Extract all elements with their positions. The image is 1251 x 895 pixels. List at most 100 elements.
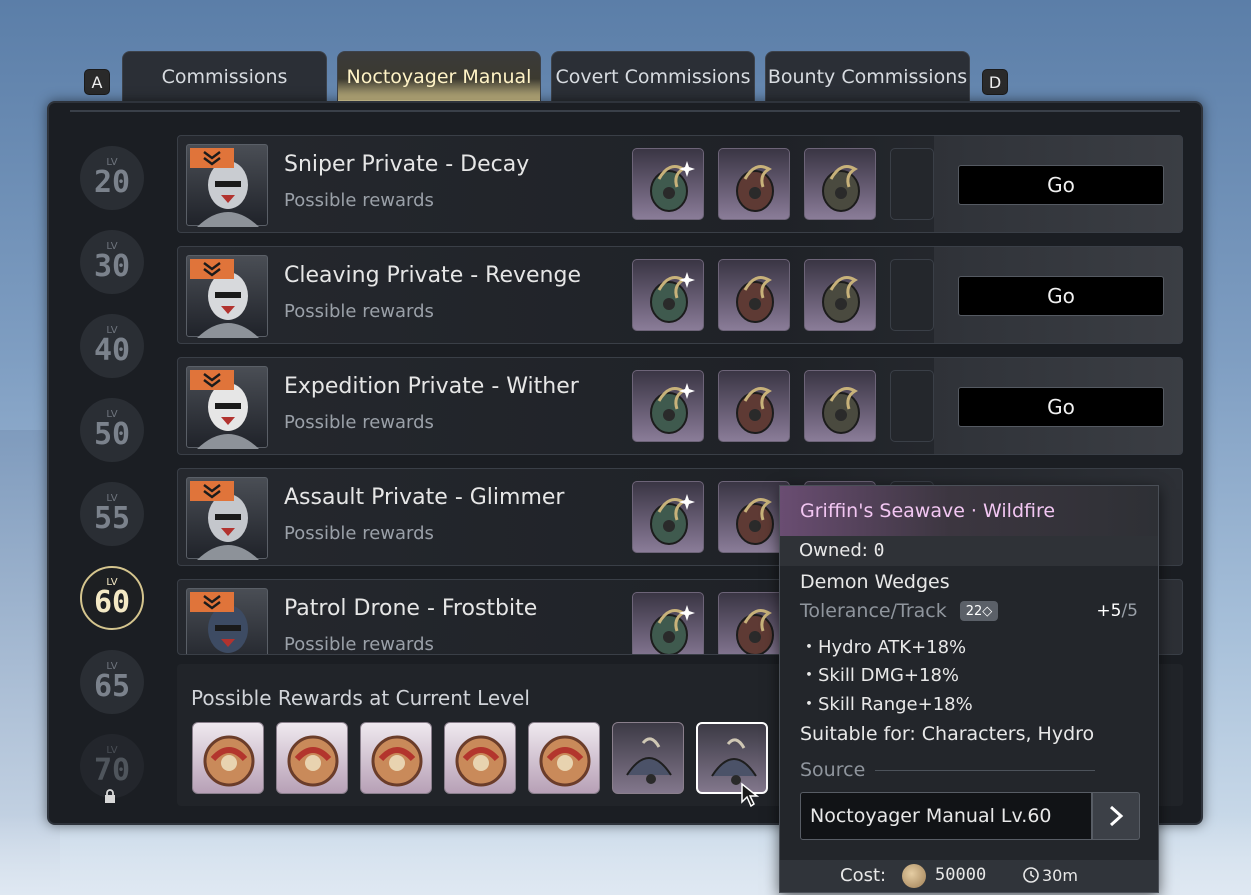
reward-item-partial[interactable] [890, 259, 934, 331]
level-60[interactable]: LV 60 [80, 566, 144, 630]
item-tooltip: Griffin's Seawave · Wildfire Owned: 0 De… [779, 485, 1159, 893]
chevron-down-icon [203, 595, 221, 610]
commission-type-badge [190, 148, 234, 168]
commission-title: Expedition Private - Wither [284, 374, 579, 399]
level-number: 40 [93, 333, 131, 368]
level-65[interactable]: LV 65 [80, 650, 144, 714]
commission-row: Expedition Private - Wither Possible rewa… [177, 357, 1183, 455]
go-button[interactable]: Go [958, 276, 1164, 316]
current-reward-item[interactable] [276, 722, 348, 794]
tooltip-item-name: Griffin's Seawave · Wildfire [800, 500, 1056, 522]
cost-label: Cost: [840, 865, 887, 886]
commission-title: Cleaving Private - Revenge [284, 263, 581, 288]
panel-divider [70, 110, 1180, 112]
commission-type-badge [190, 259, 234, 279]
current-reward-item[interactable] [444, 722, 516, 794]
current-rewards-title: Possible Rewards at Current Level [191, 686, 530, 710]
enemy-portrait [186, 588, 268, 654]
current-reward-item[interactable] [528, 722, 600, 794]
chevron-down-icon [203, 262, 221, 277]
coin-icon [902, 864, 926, 888]
stat-line: ・Hydro ATK+18% [800, 637, 967, 658]
reward-item[interactable] [632, 259, 704, 331]
chevron-right-icon [1109, 805, 1124, 827]
owned-label: Owned: [799, 540, 868, 561]
current-reward-item[interactable] [192, 722, 264, 794]
tooltip-category: Demon Wedges [800, 571, 950, 593]
level-number: 30 [93, 249, 131, 284]
reward-item[interactable] [804, 148, 876, 220]
reward-item[interactable] [632, 370, 704, 442]
commission-type-badge [190, 481, 234, 501]
reward-item[interactable] [718, 259, 790, 331]
cost-value: 50000 [935, 865, 987, 885]
tooltip-footer: Cost: 50000 30m [780, 860, 1158, 892]
current-reward-item[interactable] [612, 722, 684, 794]
source-link[interactable]: Noctoyager Manual Lv.60 [800, 792, 1092, 840]
prev-tab-key-hint[interactable]: A [84, 69, 110, 95]
time-value: 30m [1042, 866, 1078, 885]
reward-item-partial[interactable] [890, 370, 934, 442]
commission-title: Patrol Drone - Frostbite [284, 596, 538, 621]
level-30[interactable]: LV 30 [80, 230, 144, 294]
reward-item[interactable] [632, 148, 704, 220]
tab-commissions[interactable]: Commissions [122, 51, 327, 101]
commission-subtitle: Possible rewards [284, 412, 434, 433]
commission-row: Cleaving Private - Revenge Possible rewar… [177, 246, 1183, 344]
level-20[interactable]: LV 20 [80, 146, 144, 210]
tab-covert-commissions[interactable]: Covert Commissions [551, 51, 755, 101]
reward-item[interactable] [718, 148, 790, 220]
reward-item[interactable] [804, 259, 876, 331]
tolerance-badge: 22◇ [960, 601, 998, 621]
reward-item[interactable] [632, 481, 704, 553]
level-number: 65 [93, 669, 131, 704]
tooltip-header: Griffin's Seawave · Wildfire [780, 486, 1158, 536]
enemy-portrait [186, 144, 268, 227]
level-number: 55 [93, 501, 131, 536]
stat-line: ・Skill DMG+18% [800, 665, 960, 686]
reward-item-partial[interactable] [890, 148, 934, 220]
clock-icon [1023, 867, 1039, 883]
enemy-portrait [186, 366, 268, 449]
commission-subtitle: Possible rewards [284, 301, 434, 322]
tolerance-label: Tolerance/Track [800, 600, 947, 622]
level-40[interactable]: LV 40 [80, 314, 144, 378]
chevron-down-icon [203, 373, 221, 388]
source-go-button[interactable] [1092, 792, 1140, 840]
mouse-cursor-icon [741, 782, 760, 808]
tooltip-owned: Owned: 0 [780, 536, 1158, 566]
level-number: 20 [93, 165, 131, 200]
go-button[interactable]: Go [958, 165, 1164, 205]
level-50[interactable]: LV 50 [80, 398, 144, 462]
go-button[interactable]: Go [958, 387, 1164, 427]
level-55[interactable]: LV 55 [80, 482, 144, 546]
commission-subtitle: Possible rewards [284, 523, 434, 544]
chevron-down-icon [203, 151, 221, 166]
enemy-portrait [186, 255, 268, 338]
current-reward-item[interactable] [360, 722, 432, 794]
owned-value: 0 [873, 540, 885, 561]
chevron-down-icon [203, 484, 221, 499]
suitable-for: Suitable for: Characters, Hydro [800, 723, 1095, 745]
source-label: Source [800, 759, 866, 781]
commission-type-badge [190, 370, 234, 390]
level-number: 60 [93, 585, 131, 620]
tab-noctoyager-manual[interactable]: Noctoyager Manual [337, 51, 541, 103]
reward-item[interactable] [718, 370, 790, 442]
lock-icon [105, 789, 115, 803]
tolerance-max: /5 [1121, 601, 1138, 621]
tolerance-current: +5 [1096, 601, 1122, 621]
stat-line: ・Skill Range+18% [800, 694, 973, 715]
reward-item[interactable] [804, 370, 876, 442]
tab-bounty-commissions[interactable]: Bounty Commissions [765, 51, 970, 101]
next-tab-key-hint[interactable]: D [982, 69, 1008, 95]
commission-type-badge [190, 592, 234, 612]
tolerance-value: +5/5 [1096, 601, 1138, 621]
source-divider [875, 770, 1095, 771]
commission-subtitle: Possible rewards [284, 634, 434, 655]
commission-title: Assault Private - Glimmer [284, 485, 565, 510]
level-number: 70 [93, 753, 131, 788]
level-number: 50 [93, 417, 131, 452]
reward-item[interactable] [632, 592, 704, 654]
commission-title: Sniper Private - Decay [284, 152, 530, 177]
